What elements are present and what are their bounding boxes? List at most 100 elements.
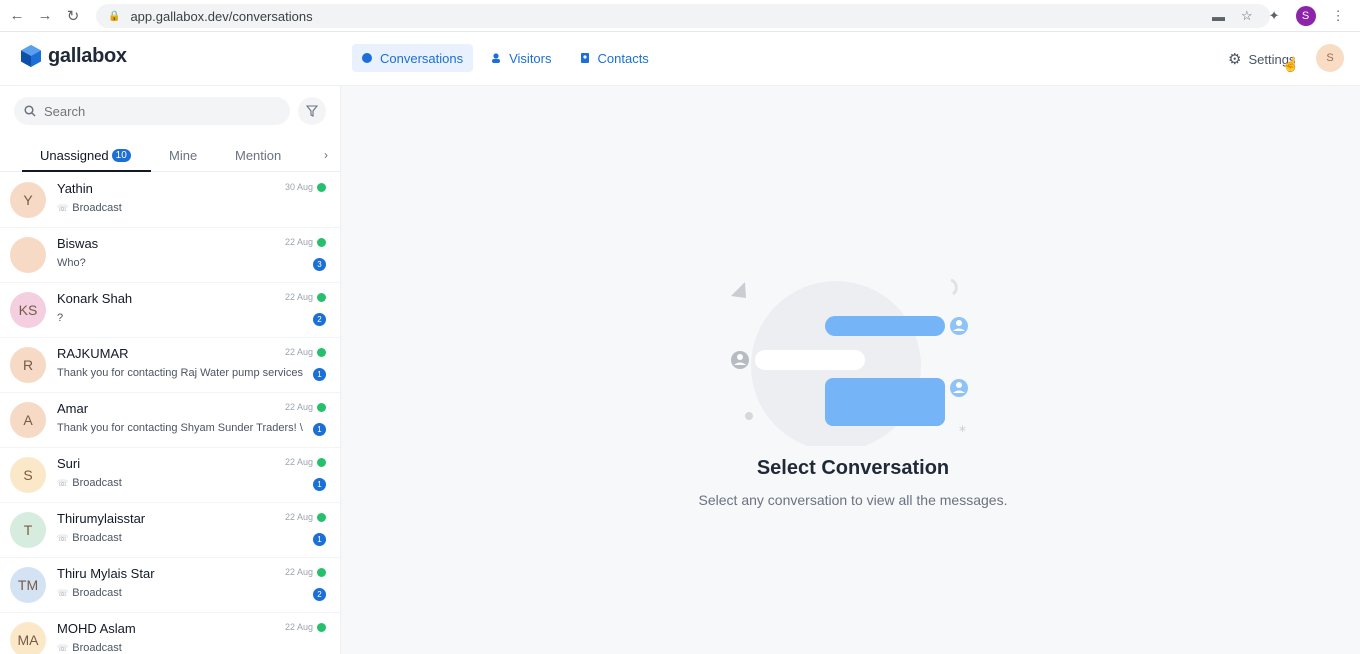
conversation-list: Y Yathin 30 Aug ☏ Broadcast Biswas 22 Aug Who? 3… [0,173,340,654]
broadcast-icon: ☏ [57,643,69,653]
tab-mine[interactable]: Mine [169,138,197,172]
tab-conversations[interactable]: Conversations [352,44,474,72]
triangle-decor [731,282,746,298]
conversation-item[interactable]: Biswas 22 Aug Who? 3 [0,228,340,283]
hand-cursor-icon: ☝ [1282,56,1300,72]
arc-decor [950,278,958,296]
preview-text: Who? [57,257,86,269]
contact-name: Konark Shah [57,291,133,306]
tab-contacts-label: Contacts [597,50,649,66]
chat-bubble-icon [362,53,372,63]
empty-state-title: Select Conversation [756,457,950,479]
contact-name: Yathin [57,181,93,196]
conversation-item[interactable]: S Suri 22 Aug ☏ Broadcast 1 [0,448,340,503]
more-menu-icon[interactable]: ⋮ [1332,8,1345,24]
conversation-item[interactable]: R RAJKUMAR 22 Aug Thank you for contacting … [0,338,340,393]
chevron-right-icon[interactable]: › [324,138,328,172]
chat-bubble-top [825,316,945,336]
conversation-item[interactable]: T Thirumylaisstar 22 Aug ☏ Broadcast 1 [0,503,340,558]
unread-count-badge: 3 [313,258,326,271]
forward-icon[interactable]: → [34,5,56,27]
message-date: 22 Aug [284,457,313,467]
whatsapp-icon [317,293,326,302]
tab-contacts[interactable]: Contacts [570,44,659,72]
star-icon[interactable]: ☆ [1241,8,1253,24]
tab-visitors[interactable]: Visitors [481,44,561,72]
whatsapp-icon [317,513,326,522]
tab-mention[interactable]: Mention [235,138,281,172]
avatar: Y [10,182,46,218]
contact-name: MOHD Aslam [57,621,136,636]
whatsapp-icon [317,458,326,467]
whatsapp-icon [317,568,326,577]
conversation-item[interactable]: MA MOHD Aslam 22 Aug ☏ Broadcast [0,613,340,654]
message-preview: ☏ Broadcast [57,642,122,654]
chat-bubble-left [755,350,865,370]
unassigned-count-badge: 10 [111,148,131,162]
search-box[interactable] [14,97,290,125]
message-date: 22 Aug [284,512,313,522]
tab-visitors-label: Visitors [509,50,552,66]
empty-state-subtitle: Select any conversation to view all the … [698,492,1008,508]
conversation-item[interactable]: KS Konark Shah 22 Aug? 2 [0,283,340,338]
user-avatar[interactable]: S [1316,44,1344,72]
filter-button[interactable] [298,97,326,125]
preview-text: Thank you for contacting Shyam Sunder Tr… [57,422,303,434]
unread-count-badge: 1 [313,423,326,436]
back-icon[interactable]: ← [6,5,28,27]
message-preview: ☏ Broadcast [57,532,122,544]
avatar: TM [10,567,46,603]
preview-text: Broadcast [72,642,122,654]
preview-text: Broadcast [72,477,122,489]
broadcast-icon: ☏ [57,533,69,543]
conversation-item[interactable]: Y Yathin 30 Aug ☏ Broadcast [0,173,340,228]
whatsapp-icon [317,403,326,412]
message-date: 22 Aug [284,292,313,302]
message-preview: ? [57,312,63,324]
conversation-sidebar: Unassigned 10 Mine Mention › Y Yathin 30 A… [0,86,341,654]
search-icon [24,105,36,117]
avatar: KS [10,292,46,328]
reload-icon[interactable]: ↻ [62,5,84,27]
message-preview: Thank you for contacting Shyam Sunder Tr… [57,422,303,434]
empty-state-illustration: * [731,278,968,446]
message-preview: ☏ Broadcast [57,587,122,599]
contact-name: Suri [57,456,81,471]
filter-icon [306,105,318,117]
main-panel: * Select Conversation Select any convers… [341,86,1360,654]
tab-unassigned[interactable]: Unassigned 10 [40,138,131,172]
search-input[interactable] [44,103,264,119]
message-preview: Thank you for contacting Raj Water pump … [57,367,303,379]
brand-name: gallabox [48,44,127,67]
chat-bubble-large [825,378,945,426]
avatar: R [10,347,46,383]
broadcast-icon: ☏ [57,588,69,598]
message-date: 22 Aug [284,567,313,577]
tab-unassigned-label: Unassigned [40,147,109,163]
browser-toolbar: ← → ↻ 🔒 app.gallabox.dev/conversations ▬… [0,0,1360,32]
message-date: 22 Aug [284,237,313,247]
extensions-icon[interactable]: ✦ [1269,8,1280,24]
preview-text: Broadcast [72,202,122,214]
browser-profile-avatar[interactable]: S [1295,6,1316,26]
message-date: 22 Aug [284,402,313,412]
avatar: S [10,457,46,493]
message-date: 30 Aug [284,182,313,192]
contact-name: Amar [57,401,89,416]
message-preview: ☏ Broadcast [57,202,122,214]
conversation-item[interactable]: A Amar 22 Aug Thank you for contacting Shya… [0,393,340,448]
preview-text: Broadcast [72,532,122,544]
preview-text: Broadcast [72,587,122,599]
unread-count-badge: 1 [313,533,326,546]
message-date: 22 Aug [284,347,313,357]
active-tab-underline [22,170,151,172]
avatar: A [10,402,46,438]
unread-count-badge: 2 [313,588,326,601]
whatsapp-icon [317,183,326,192]
logo[interactable]: gallabox [20,44,127,68]
conversation-item[interactable]: TM Thiru Mylais Star 22 Aug ☏ Broadcast 2 [0,558,340,613]
avatar: T [10,512,46,548]
unread-count-badge: 1 [313,368,326,381]
address-bar[interactable]: 🔒 app.gallabox.dev/conversations [96,4,1270,28]
camera-icon[interactable]: ▬ [1212,9,1225,24]
